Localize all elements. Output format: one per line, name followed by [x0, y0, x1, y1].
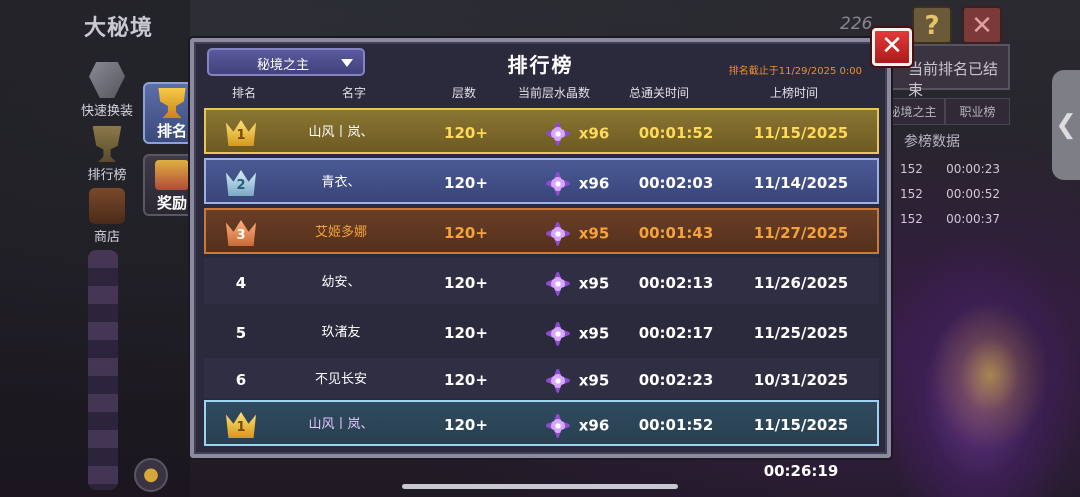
- entry-data-heading: 参榜数据: [904, 134, 960, 150]
- shop-label: 商店: [93, 230, 120, 245]
- chevron-down-icon: [341, 59, 353, 67]
- ranking-cutoff-text: 排名截止于11/29/2025 0:00: [728, 66, 862, 77]
- leaderboard-row[interactable]: 4 幼安、 120+ x95 00:02:13 11/26/2025 15:58…: [204, 258, 879, 338]
- quick-swap-label: 快速换装: [80, 104, 133, 119]
- coin-count: 226: [840, 14, 873, 34]
- category-dropdown[interactable]: 秘境之主: [207, 48, 365, 76]
- crystal-icon: [542, 168, 573, 199]
- bronze-crown-icon: 3: [226, 220, 256, 246]
- entry-layer: 152: [900, 187, 923, 201]
- player-rank: 5: [235, 324, 247, 342]
- help-button[interactable]: ?: [912, 6, 952, 44]
- player-layer: 120+: [444, 224, 488, 242]
- leaderboard-row[interactable]: 2 青衣、 120+ x96 00:02:03 11/14/2025 14:14…: [204, 158, 879, 238]
- column-header-layer: 层数: [451, 86, 476, 100]
- player-layer: 120+: [444, 324, 488, 342]
- my-rank-row[interactable]: 1 山风丨岚、 120+ x96 00:01:52 11/15/2025 00:…: [204, 400, 879, 480]
- player-entry-date: 11/15/2025 00:26:19: [753, 416, 849, 480]
- player-name: 玖渚友: [321, 325, 361, 340]
- player-layer: 120+: [444, 371, 488, 389]
- player-rank: 6: [235, 371, 247, 389]
- silver-crown-icon: 2: [226, 170, 256, 196]
- column-header-clear-time: 总通关时间: [628, 86, 689, 100]
- entry-layer: 152: [900, 212, 923, 226]
- player-name: 青衣、: [321, 175, 361, 190]
- right-info-panel: 当前排名已结束 秘境之主 职业榜 参榜数据 152 00:00:23 152 0…: [880, 44, 1010, 226]
- tab-class-board[interactable]: 职业榜: [945, 98, 1010, 125]
- treasure-chest-icon: [155, 160, 189, 190]
- entry-data-row: 152 00:00:52: [880, 187, 1010, 201]
- leaderboard-panel: 排行榜 秘境之主 排名截止于11/29/2025 0:00 排名 名字 层数 当…: [190, 38, 891, 480]
- crystal-icon: [542, 365, 573, 396]
- player-entry-date: 11/14/2025 14:14:46: [753, 174, 849, 238]
- entry-time: 00:00:52: [946, 187, 1000, 201]
- panel-close-button[interactable]: ✕: [872, 28, 912, 66]
- leaderboard-rows: 1 山风丨岚、 120+ x96 00:01:52 11/15/2025 00:…: [204, 108, 879, 480]
- right-panel-tabs: 秘境之主 职业榜: [880, 98, 1010, 125]
- quick-swap-button[interactable]: 快速换装: [72, 62, 142, 119]
- column-header-crystals: 当前层水晶数: [517, 86, 590, 100]
- crystal-icon: [542, 118, 573, 149]
- player-layer: 120+: [444, 416, 488, 434]
- boss-glow-art: [930, 300, 1050, 450]
- player-entry-date: 11/26/2025 15:58:45: [753, 274, 849, 338]
- column-header-rank: 排名: [231, 86, 256, 100]
- leaderboard-row[interactable]: 3 艾姬多娜 120+ x95 00:01:43 11/27/2025 20:1…: [204, 208, 879, 288]
- crystal-icon: [542, 268, 573, 299]
- column-header-name: 名字: [341, 86, 366, 100]
- crystal-icon: [542, 218, 573, 249]
- tab-reward-label: 奖励: [156, 194, 187, 212]
- player-name: 幼安、: [321, 275, 361, 290]
- player-name: 山风丨岚、: [308, 125, 374, 140]
- player-name: 不见长安: [314, 372, 367, 387]
- entry-time: 00:00:23: [946, 162, 1000, 176]
- player-layer: 120+: [444, 174, 488, 192]
- gold-crown-icon: 1: [226, 412, 256, 438]
- player-layer: 120+: [444, 124, 488, 142]
- collapse-handle[interactable]: ❮: [1052, 70, 1080, 180]
- crystal-icon: [542, 318, 573, 349]
- entry-time: 00:00:37: [946, 212, 1000, 226]
- player-name: 艾姬多娜: [314, 225, 367, 240]
- crystal-icon: [542, 410, 573, 441]
- entry-data-row: 152 00:00:23: [880, 162, 1010, 176]
- entry-layer: 152: [900, 162, 923, 176]
- progress-tower: [88, 250, 118, 490]
- leaderboard-row[interactable]: 5 玖渚友 120+ x95 00:02:17 11/25/2025 12:26…: [204, 308, 879, 388]
- player-layer: 120+: [444, 274, 488, 292]
- player-entry-date: 11/15/2025 00:26:19: [753, 124, 849, 188]
- trophy-icon: [92, 126, 122, 162]
- player-entry-date: 11/25/2025 12:26:22: [753, 324, 849, 388]
- page-title: 大秘境: [84, 16, 154, 41]
- gold-crown-icon: 1: [226, 120, 256, 146]
- shop-button[interactable]: 商店: [72, 188, 142, 245]
- player-name: 山风丨岚、: [308, 417, 374, 432]
- leaderboard-button[interactable]: 排行榜: [72, 126, 142, 183]
- leaderboard-label: 排行榜: [87, 168, 127, 183]
- column-headers: 排名 名字 层数 当前层水晶数 总通关时间 上榜时间: [194, 82, 887, 104]
- leaderboard-row[interactable]: 1 山风丨岚、 120+ x96 00:01:52 11/15/2025 00:…: [204, 108, 879, 188]
- entry-data-row: 152 00:00:37: [880, 212, 1010, 226]
- player-entry-date: 10/31/2025 01:23:09: [753, 371, 849, 429]
- tab-rank-label: 排名: [156, 122, 187, 140]
- map-pin-icon[interactable]: ●: [134, 458, 168, 492]
- column-header-entry-date: 上榜时间: [769, 86, 818, 100]
- shop-icon: [89, 188, 125, 224]
- trophy-icon: [158, 88, 186, 118]
- category-dropdown-value: 秘境之主: [257, 58, 310, 73]
- home-indicator[interactable]: [402, 484, 678, 489]
- armor-icon: [89, 62, 125, 98]
- panel-header: 排行榜 秘境之主 排名截止于11/29/2025 0:00: [194, 42, 887, 78]
- player-entry-date: 11/27/2025 20:11:40: [753, 224, 849, 288]
- leaderboard-row[interactable]: 6 不见长安 120+ x95 00:02:23 10/31/2025 01:2…: [204, 358, 879, 429]
- close-button[interactable]: ✕: [962, 6, 1002, 44]
- player-rank: 4: [235, 274, 247, 292]
